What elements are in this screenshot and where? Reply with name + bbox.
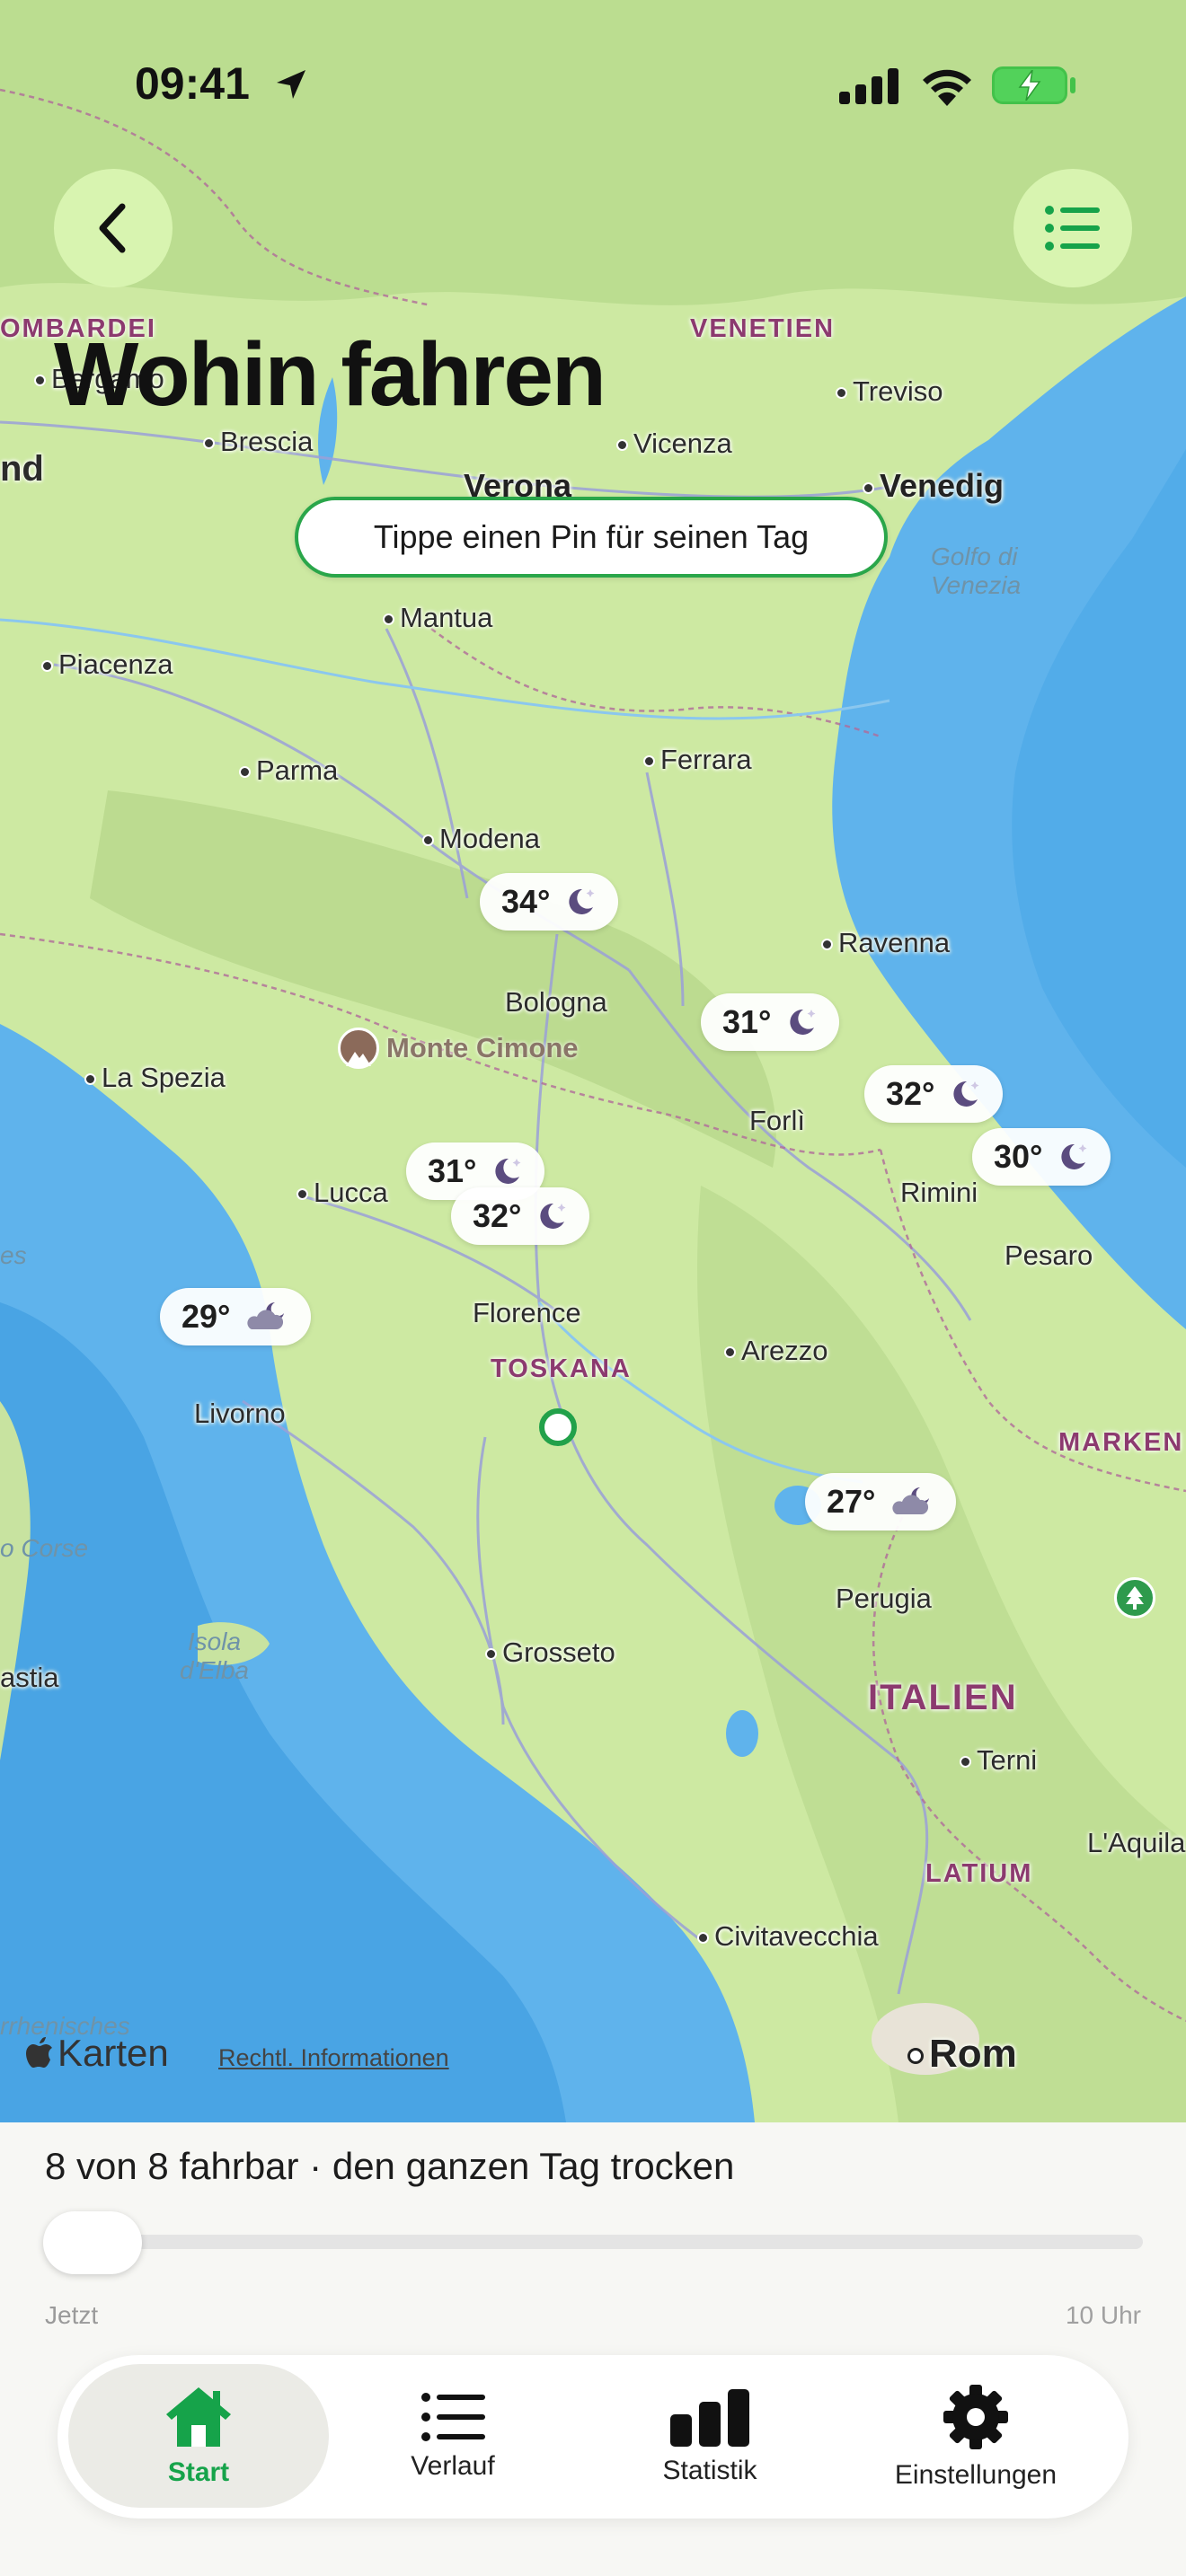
pin-temp: 30° bbox=[994, 1138, 1043, 1175]
location-arrow-icon bbox=[277, 70, 305, 99]
tab-verlauf[interactable]: Verlauf bbox=[327, 2355, 579, 2519]
battery-icon bbox=[992, 66, 1067, 104]
moon-icon bbox=[540, 1203, 566, 1229]
slider-end-label: 10 Uhr bbox=[1065, 2301, 1141, 2329]
city-label: Treviso bbox=[853, 375, 943, 407]
signal-icon bbox=[839, 68, 898, 104]
city-label: Parma bbox=[256, 754, 339, 786]
region-label: ITALIEN bbox=[868, 1678, 1018, 1717]
mountain-icon bbox=[338, 1028, 379, 1069]
weather-pin[interactable]: 27° bbox=[805, 1473, 957, 1531]
cloud-moon-icon bbox=[247, 1302, 285, 1329]
apple-logo-icon bbox=[26, 2037, 52, 2068]
city-label: Modena bbox=[439, 823, 541, 854]
pin-temp: 32° bbox=[886, 1075, 935, 1112]
pin-temp: 27° bbox=[827, 1483, 876, 1520]
slider-start-label: Jetzt bbox=[45, 2301, 99, 2329]
city-label: Livorno bbox=[194, 1398, 286, 1429]
city-label: Bologna bbox=[505, 986, 607, 1018]
city-label: Piacenza bbox=[58, 648, 173, 680]
city-label: La Spezia bbox=[102, 1062, 226, 1093]
pin-temp: 31° bbox=[722, 1003, 772, 1040]
moon-icon bbox=[569, 888, 595, 914]
chevron-left-icon bbox=[99, 203, 126, 253]
moon-icon bbox=[1061, 1143, 1087, 1169]
city-label: Lucca bbox=[314, 1177, 388, 1208]
tab-bar: Start Verlauf Statistik Einstellungen bbox=[58, 2355, 1128, 2519]
city-label: Ferrara bbox=[660, 744, 752, 775]
moon-icon bbox=[953, 1081, 979, 1107]
weather-pin[interactable]: 34° bbox=[480, 873, 619, 931]
poi-label: Monte Cimone bbox=[386, 1032, 579, 1063]
water-label: es bbox=[0, 1241, 27, 1269]
region-label: MARKEN bbox=[1058, 1428, 1184, 1457]
tab-label: Einstellungen bbox=[894, 2460, 1058, 2490]
city-label: Venedig bbox=[880, 467, 1005, 504]
city-label: L'Aquila bbox=[1087, 1827, 1186, 1858]
weather-pin[interactable]: 30° bbox=[972, 1128, 1111, 1186]
time-slider-thumb[interactable] bbox=[43, 2211, 142, 2274]
city-label: Perugia bbox=[836, 1583, 932, 1614]
city-label: Mantua bbox=[400, 602, 493, 633]
city-label: astia bbox=[0, 1662, 59, 1693]
tab-label: Statistik bbox=[662, 2456, 757, 2485]
city-label: Forlì bbox=[749, 1105, 805, 1136]
city-label: Rimini bbox=[900, 1177, 978, 1208]
city-label: nd bbox=[0, 449, 44, 489]
hint-banner: Tippe einen Pin für seinen Tag bbox=[295, 497, 888, 578]
moon-icon bbox=[495, 1158, 521, 1184]
city-label: Terni bbox=[977, 1744, 1038, 1776]
poi-marker[interactable]: Monte Cimone bbox=[338, 1028, 579, 1069]
battery-cap bbox=[1070, 77, 1075, 93]
water-label: o Corse bbox=[0, 1534, 89, 1562]
weather-pin[interactable]: 32° bbox=[864, 1065, 1004, 1123]
pin-temp: 34° bbox=[501, 883, 551, 920]
tab-start[interactable]: Start bbox=[68, 2364, 329, 2508]
wifi-icon bbox=[923, 69, 971, 106]
city-label: Arezzo bbox=[741, 1335, 828, 1366]
home-icon bbox=[166, 2387, 231, 2447]
region-label: VENETIEN bbox=[690, 314, 836, 343]
region-label: LATIUM bbox=[925, 1859, 1033, 1888]
cloud-moon-icon bbox=[892, 1487, 930, 1514]
gear-icon bbox=[943, 2385, 1008, 2449]
pin-temp: 31° bbox=[428, 1152, 477, 1189]
weather-pin[interactable]: 31° bbox=[701, 993, 840, 1051]
list-icon bbox=[1045, 206, 1100, 251]
maps-label: Karten bbox=[58, 2032, 169, 2074]
city-label: Brescia bbox=[220, 426, 314, 457]
time-slider-track[interactable] bbox=[45, 2235, 1143, 2249]
status-time: 09:41 bbox=[135, 58, 250, 109]
region-label: TOSKANA bbox=[491, 1354, 632, 1383]
list-view-button[interactable] bbox=[1013, 169, 1132, 287]
tab-label: Start bbox=[167, 2457, 230, 2487]
bar-chart-icon bbox=[670, 2389, 749, 2447]
map-view[interactable]: Bergamo Brescia Vicenza Treviso Verona V… bbox=[0, 0, 1186, 2122]
list-icon bbox=[421, 2393, 485, 2441]
city-label: Ravenna bbox=[838, 927, 951, 958]
weather-pin[interactable]: 29° bbox=[160, 1288, 312, 1345]
water-label: Isola d'Elba bbox=[180, 1628, 249, 1685]
pin-temp: 29° bbox=[181, 1298, 231, 1335]
tab-label: Verlauf bbox=[411, 2451, 495, 2481]
park-icon bbox=[1114, 1577, 1155, 1619]
city-label: Vicenza bbox=[633, 428, 732, 459]
maps-attribution: Karten bbox=[25, 2032, 169, 2075]
back-button[interactable] bbox=[54, 169, 173, 287]
legal-link[interactable]: Rechtl. Informationen bbox=[218, 2044, 449, 2072]
weather-pin[interactable]: 32° bbox=[451, 1187, 590, 1245]
current-location-marker bbox=[539, 1408, 577, 1446]
city-label: Civitavecchia bbox=[714, 1920, 879, 1952]
pin-temp: 32° bbox=[473, 1197, 522, 1234]
city-label: Grosseto bbox=[502, 1636, 615, 1668]
city-label: Florence bbox=[473, 1297, 581, 1328]
moon-icon bbox=[790, 1009, 816, 1035]
availability-summary: 8 von 8 fahrbar · den ganzen Tag trocken bbox=[45, 2145, 735, 2187]
city-label: Pesaro bbox=[1005, 1239, 1093, 1271]
water-label: Golfo di Venezia bbox=[931, 543, 1022, 600]
tab-statistik[interactable]: Statistik bbox=[584, 2355, 836, 2519]
page-title: Wohin fahren bbox=[54, 324, 606, 425]
tab-einstellungen[interactable]: Einstellungen bbox=[841, 2355, 1111, 2519]
city-label: Rom bbox=[929, 2032, 1017, 2076]
